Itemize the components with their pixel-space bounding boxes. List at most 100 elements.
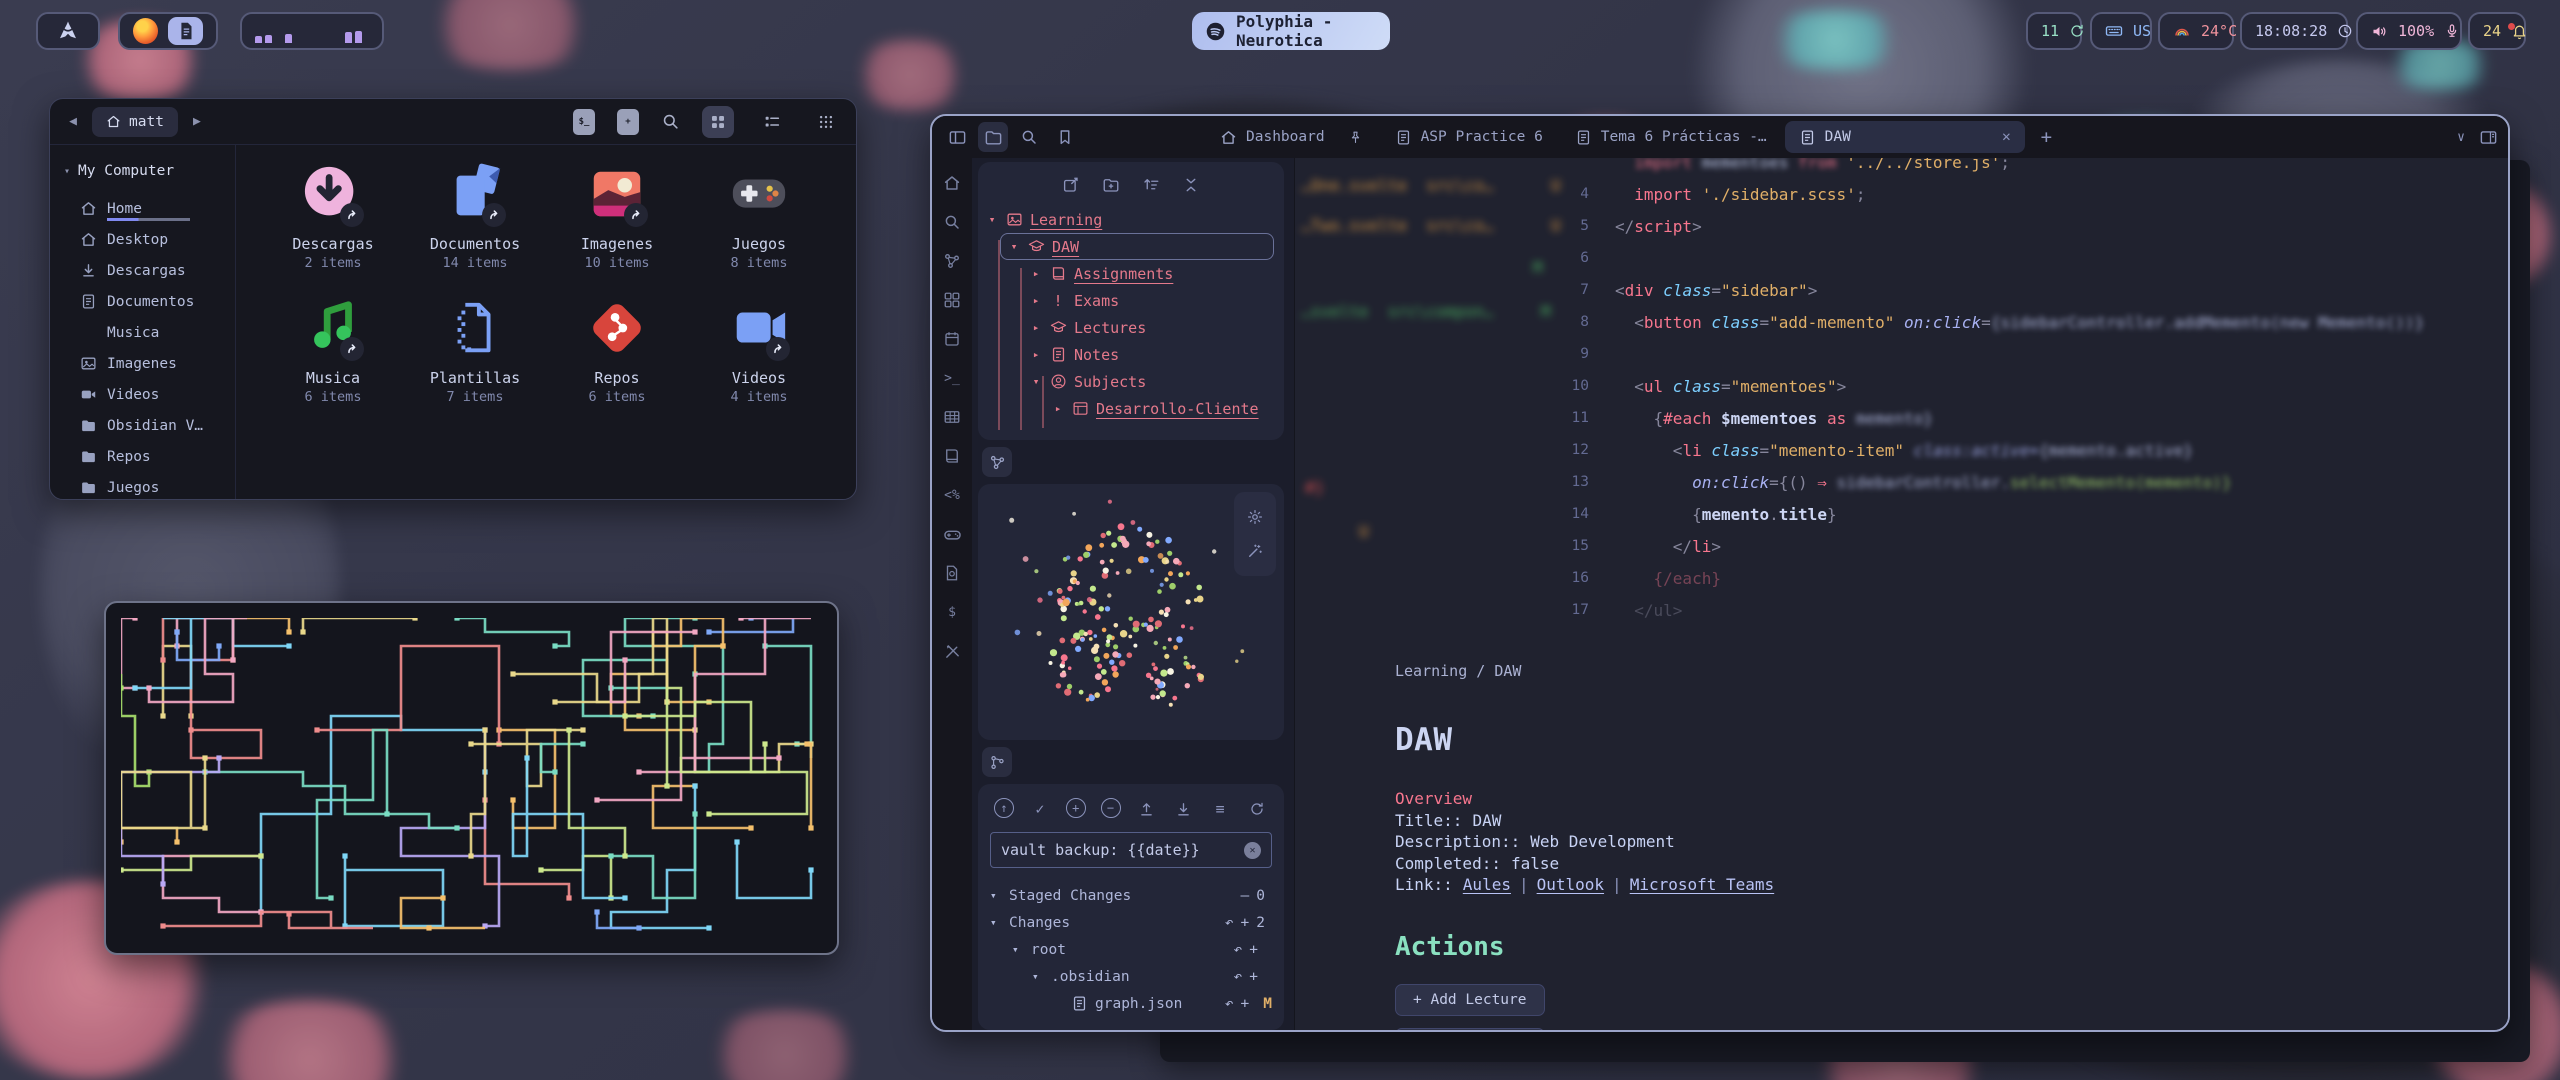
git-chevron-icon[interactable]: ▾ (990, 916, 1002, 929)
file-tree-item[interactable]: ▸ Assignments (986, 260, 1276, 287)
git-changed-files-icon[interactable]: ≡ (1209, 798, 1231, 820)
undo-icon[interactable]: ↶ (1225, 996, 1234, 1012)
sidebar-item[interactable]: Home (64, 193, 225, 224)
tree-chevron-icon[interactable]: ▾ (1030, 375, 1042, 388)
tree-chevron-icon[interactable]: ▾ (1008, 240, 1020, 253)
git-tree-row[interactable]: ▾ Staged Changes — ↶ + 0 (990, 882, 1272, 909)
editor-tab[interactable]: DAW ✕ (1785, 121, 2025, 153)
calendar-ribbon-icon[interactable] (941, 328, 963, 350)
file-tree-item[interactable]: ▸ Notes (986, 341, 1276, 368)
collapse-all-icon[interactable] (1182, 176, 1200, 194)
action-button[interactable]: + Add Note (1395, 1028, 1545, 1031)
table-ribbon-icon[interactable] (941, 406, 963, 428)
git-stage-all-icon[interactable]: + (1066, 798, 1086, 818)
dashboard-ribbon-icon[interactable] (941, 289, 963, 311)
tab-list-chevron-icon[interactable]: ∨ (2457, 130, 2465, 145)
terminal-ribbon-icon[interactable]: >_ (941, 367, 963, 389)
graph-view-panel[interactable] (978, 484, 1284, 740)
graph-panel-tab[interactable] (982, 447, 1012, 477)
tree-chevron-icon[interactable]: ▸ (1052, 402, 1064, 415)
file-tree-item[interactable]: ▸ Desarrollo-Cliente (986, 395, 1276, 422)
search-button[interactable] (661, 112, 680, 131)
git-tree-row[interactable]: ▾ Learning/DAW/Exams — ↶ + (990, 1017, 1272, 1018)
search-panel-icon[interactable] (1014, 122, 1044, 152)
tab-close-icon[interactable]: ✕ (2002, 129, 2011, 145)
forward-button[interactable]: ▶ (188, 114, 206, 129)
stage-icon[interactable]: + (1249, 969, 1258, 985)
gamepad-ribbon-icon[interactable] (941, 523, 963, 545)
file-settings-ribbon-icon[interactable] (941, 562, 963, 584)
git-refresh-icon[interactable] (1246, 798, 1268, 820)
git-tree-row[interactable]: graph.json — ↶ + M (990, 990, 1272, 1017)
volume-widget[interactable]: 100% (2356, 12, 2462, 50)
launcher-button[interactable] (36, 12, 100, 50)
note-link[interactable]: Aules (1463, 875, 1511, 894)
templater-ribbon-icon[interactable]: <% (941, 484, 963, 506)
undo-icon[interactable]: ↶ (1234, 969, 1243, 985)
stage-icon[interactable]: + (1241, 915, 1250, 931)
back-button[interactable]: ◀ (64, 114, 82, 129)
folder-item[interactable]: Repos 6 items (546, 297, 688, 405)
file-tree-item[interactable]: ▾ DAW (986, 233, 1276, 260)
tree-chevron-icon[interactable]: ▾ (986, 213, 998, 226)
undo-icon[interactable]: ↶ (1234, 942, 1243, 958)
folder-item[interactable]: Plantillas 7 items (404, 297, 546, 405)
sidebar-item[interactable]: Videos (64, 379, 225, 410)
git-backup-icon[interactable]: ↑ (994, 798, 1014, 818)
file-tree-item[interactable]: ▾ Subjects (986, 368, 1276, 395)
folder-item[interactable]: Videos 4 items (688, 297, 830, 405)
currency-ribbon-icon[interactable]: $ (941, 601, 963, 623)
tree-chevron-icon[interactable]: ▸ (1030, 267, 1042, 280)
git-commit-icon[interactable]: ✓ (1029, 798, 1051, 820)
files-panel-icon[interactable] (978, 122, 1008, 152)
note-title[interactable]: DAW (1395, 722, 2508, 758)
clock-widget[interactable]: 18:08:28 (2240, 12, 2348, 50)
sidebar-item[interactable]: Musica (64, 317, 225, 348)
search-ribbon-icon[interactable] (941, 211, 963, 233)
tree-chevron-icon[interactable]: ▸ (1030, 348, 1042, 361)
sidebar-item[interactable]: Obsidian V… (64, 410, 225, 441)
sort-order-icon[interactable] (1142, 176, 1160, 194)
keyboard-layout-indicator[interactable]: US (2090, 12, 2152, 50)
list-view-button[interactable] (756, 106, 788, 138)
commit-message-input[interactable]: vault backup: {{date}} ✕ (990, 832, 1272, 868)
sidebar-toggle-icon[interactable] (942, 122, 972, 152)
git-panel-tab[interactable] (982, 747, 1012, 777)
taskbar-apps[interactable] (118, 12, 218, 50)
git-unstage-all-icon[interactable]: − (1101, 798, 1121, 818)
git-tree-row[interactable]: ▾ .obsidian — ↶ + (990, 963, 1272, 990)
tree-chevron-icon[interactable]: ▸ (1030, 321, 1042, 334)
weather-indicator[interactable]: 24°C (2158, 12, 2234, 50)
editor-tab[interactable]: ASP Practice 6 ✕ (1381, 121, 1557, 153)
folder-item[interactable]: Musica 6 items (262, 297, 404, 405)
git-push-icon[interactable] (1135, 798, 1157, 820)
sidebar-item[interactable]: Descargas (64, 255, 225, 286)
notifications-widget[interactable]: 24 (2468, 12, 2526, 50)
clear-message-icon[interactable]: ✕ (1244, 842, 1261, 859)
file-tree-item[interactable]: ▾ Learning (986, 206, 1276, 233)
graph-ribbon-icon[interactable] (941, 250, 963, 272)
updates-indicator[interactable]: 11 (2026, 12, 2082, 50)
note-link[interactable]: Outlook (1537, 875, 1604, 894)
folder-item[interactable]: Imagenes 10 items (546, 163, 688, 271)
compact-view-button[interactable] (810, 106, 842, 138)
graph-settings-gear-icon[interactable] (1246, 508, 1264, 526)
media-player-widget[interactable]: Polyphia - Neurotica (1192, 12, 1390, 50)
book-ribbon-icon[interactable] (941, 445, 963, 467)
sidebar-item[interactable]: Imagenes (64, 348, 225, 379)
git-chevron-icon[interactable]: ▾ (1012, 943, 1024, 956)
action-button[interactable]: + Add Lecture (1395, 984, 1545, 1016)
active-app-document-icon[interactable] (168, 17, 203, 45)
home-ribbon-icon[interactable] (941, 172, 963, 194)
breadcrumb[interactable]: matt (92, 107, 178, 137)
git-tree-row[interactable]: ▾ Changes — ↶ + 2 (990, 909, 1272, 936)
file-tree-item[interactable]: ▸ ! Exams (986, 287, 1276, 314)
discard-icon[interactable]: — (1241, 888, 1250, 904)
firefox-icon[interactable] (133, 18, 158, 44)
bookmarks-panel-icon[interactable] (1050, 122, 1080, 152)
tools-ribbon-icon[interactable] (941, 640, 963, 662)
sidebar-header[interactable]: ▾ My Computer (64, 163, 225, 179)
editor-tab[interactable]: Tema 6 Prácticas -… ✕ (1561, 121, 1781, 153)
right-sidebar-toggle-icon[interactable] (2479, 128, 2498, 147)
sidebar-item[interactable]: Documentos (64, 286, 225, 317)
